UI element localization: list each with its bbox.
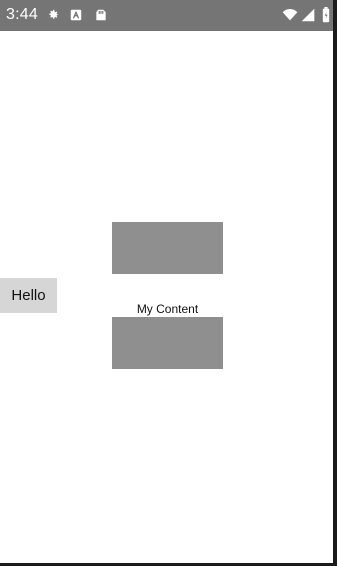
a-badge-icon	[69, 8, 83, 22]
status-bar: 3:44	[0, 0, 337, 31]
wifi-icon	[282, 8, 298, 22]
sd-card-icon	[94, 8, 108, 22]
content-label: My Content	[136, 302, 199, 316]
hello-button[interactable]: Hello	[0, 278, 57, 313]
top-content-block	[112, 222, 223, 274]
status-time: 3:44	[6, 6, 38, 23]
battery-icon	[322, 7, 330, 23]
signal-icon	[301, 8, 315, 22]
bottom-content-block	[112, 317, 223, 369]
gear-icon	[46, 8, 60, 22]
app-screen: 3:44 Hello My Content	[0, 0, 337, 566]
screen-border-right	[333, 0, 337, 566]
